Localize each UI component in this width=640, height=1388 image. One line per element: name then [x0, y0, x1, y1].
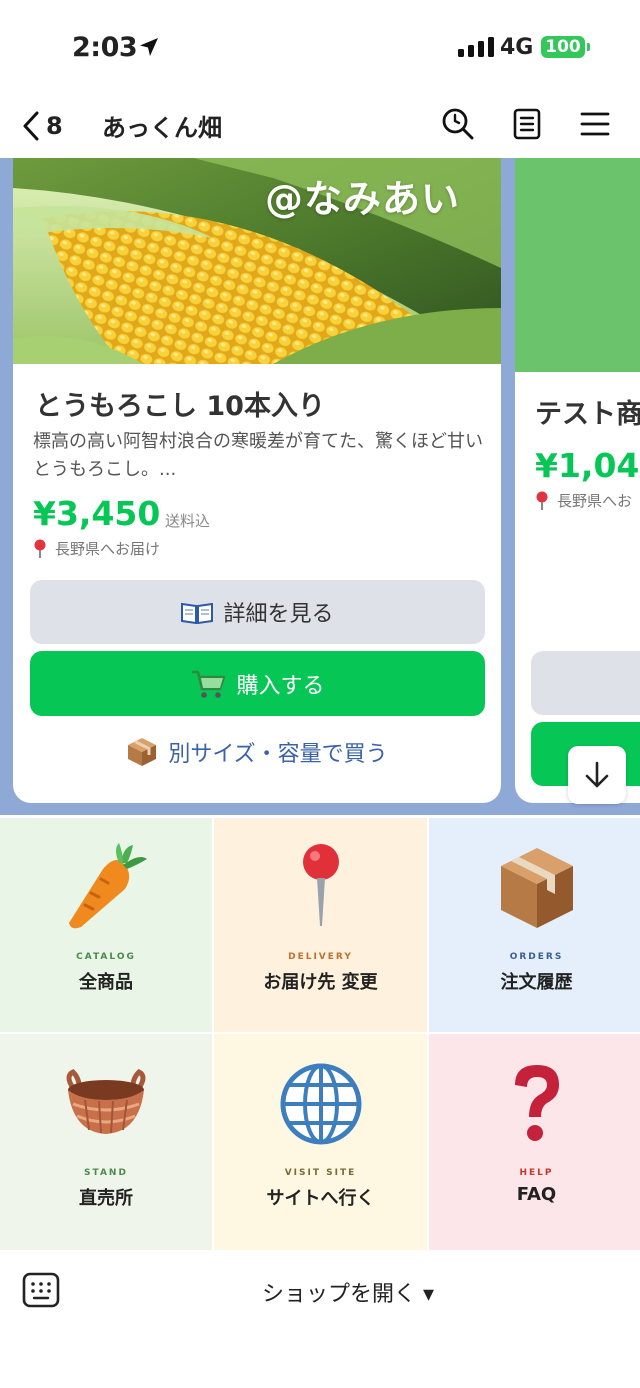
keyboard-icon	[22, 1272, 60, 1308]
view-details-label: 詳細を見る	[223, 602, 334, 627]
chevron-left-icon	[23, 111, 39, 141]
tile-label-en: STAND	[84, 1168, 128, 1178]
tile-label-en: ORDERS	[509, 952, 564, 962]
basket-icon	[61, 1056, 151, 1152]
tile-label-en: HELP	[519, 1168, 554, 1178]
rich-menu: CATALOG 全商品 DELIVERY お届け先 変更 ORDERS 注文履歴	[0, 818, 640, 1250]
keyboard-button[interactable]	[22, 1272, 60, 1308]
image-watermark: @なみあい	[265, 177, 461, 221]
globe-icon	[276, 1056, 366, 1152]
battery-tip	[587, 43, 590, 51]
open-shop-toggle[interactable]: ショップを開く ▾	[262, 1276, 434, 1308]
product-description: 標高の高い阿智村浪合の寒暖差が育てた、驚くほど甘いとうもろこし。...	[33, 431, 483, 480]
product-price-next: ¥1,040	[535, 446, 640, 485]
product-carousel[interactable]: @なみあい とうもろこし 10本入り 標高の高い阿智村浪合の寒暖差が育てた、驚く…	[0, 158, 640, 815]
tile-label-jp: FAQ	[516, 1184, 557, 1205]
product-image[interactable]: @なみあい	[13, 158, 501, 364]
search-button[interactable]	[438, 104, 478, 144]
arrow-down-icon	[585, 761, 609, 788]
pushpin-icon	[536, 491, 548, 510]
menu-tile-catalog[interactable]: CATALOG 全商品	[0, 818, 212, 1032]
other-size-link[interactable]: 別サイズ・容量で買う	[13, 736, 501, 768]
purchase-label: 購入する	[236, 673, 325, 699]
menu-tile-delivery[interactable]: DELIVERY お届け先 変更	[214, 818, 427, 1032]
menu-tile-stand[interactable]: STAND 直売所	[0, 1034, 212, 1250]
tile-label-en: DELIVERY	[288, 952, 353, 962]
delivery-text: 長野県へお届け	[55, 540, 161, 558]
status-time: 2:03	[72, 32, 138, 63]
product-price: ¥3,450	[33, 494, 161, 533]
product-title: とうもろこし 10本入り	[35, 391, 325, 422]
pin-icon	[276, 840, 366, 936]
open-book-icon	[181, 602, 214, 624]
menu-button[interactable]	[575, 104, 615, 144]
signal-icon	[458, 37, 494, 57]
package-icon	[492, 840, 582, 936]
view-details-button[interactable]: 詳細を見る	[30, 580, 485, 644]
open-shop-label: ショップを開く ▾	[262, 1282, 435, 1307]
chat-header: 8 あっくん畑	[0, 96, 640, 158]
tile-label-jp: 直売所	[79, 1188, 133, 1209]
pushpin-icon	[34, 539, 46, 558]
price-note: 送料込	[165, 512, 211, 530]
product-card-next[interactable]: テスト商 ¥1,040 長野県へお	[515, 158, 640, 803]
tile-label-jp: 注文履歴	[500, 972, 573, 993]
delivery-text-next: 長野県へお	[557, 492, 633, 510]
tile-label-en: VISIT SITE	[284, 1168, 357, 1178]
question-icon	[492, 1056, 582, 1152]
delivery-area: 長野県へお届け	[33, 538, 160, 559]
unread-count: 8	[46, 112, 63, 140]
purchase-button[interactable]: 購入する	[30, 651, 485, 716]
tile-label-en: CATALOG	[76, 952, 136, 962]
package-icon	[128, 738, 157, 766]
page-title: あっくん畑	[102, 114, 222, 142]
delivery-area-next: 長野県へお	[535, 490, 632, 511]
tile-label-jp: お届け先 変更	[263, 972, 378, 993]
battery-icon: 100	[541, 36, 585, 58]
carrot-icon	[61, 840, 151, 936]
menu-tile-orders[interactable]: ORDERS 注文履歴	[429, 818, 640, 1032]
bottom-bar: ショップを開く ▾	[0, 1250, 640, 1388]
notes-icon	[513, 108, 541, 140]
notes-button[interactable]	[507, 104, 547, 144]
other-size-label: 別サイズ・容量で買う	[168, 742, 388, 767]
product-image-next	[515, 158, 640, 372]
menu-tile-help[interactable]: HELP FAQ	[429, 1034, 640, 1250]
scroll-down-button[interactable]	[568, 746, 626, 804]
back-button[interactable]: 8	[20, 106, 80, 146]
search-icon	[442, 108, 474, 140]
view-details-button-next[interactable]	[531, 651, 640, 715]
location-arrow-icon	[140, 38, 158, 56]
network-type: 4G	[500, 35, 534, 60]
menu-tile-visit-site[interactable]: VISIT SITE サイトへ行く	[214, 1034, 427, 1250]
product-card[interactable]: @なみあい とうもろこし 10本入り 標高の高い阿智村浪合の寒暖差が育てた、驚く…	[13, 158, 501, 803]
hamburger-icon	[580, 112, 610, 136]
status-bar: 2:03 4G 100	[0, 0, 640, 96]
product-title-next: テスト商	[535, 399, 640, 430]
shopping-cart-icon	[192, 670, 226, 698]
tile-label-jp: 全商品	[79, 972, 133, 993]
tile-label-jp: サイトへ行く	[266, 1188, 375, 1209]
